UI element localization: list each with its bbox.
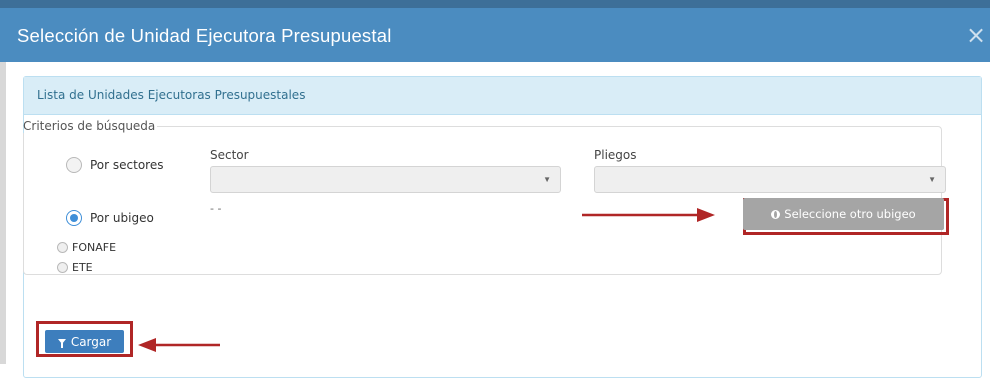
arrow-to-ubigeo — [582, 208, 715, 222]
annotation-arrows — [138, 208, 715, 352]
arrow-to-cargar — [138, 338, 220, 352]
